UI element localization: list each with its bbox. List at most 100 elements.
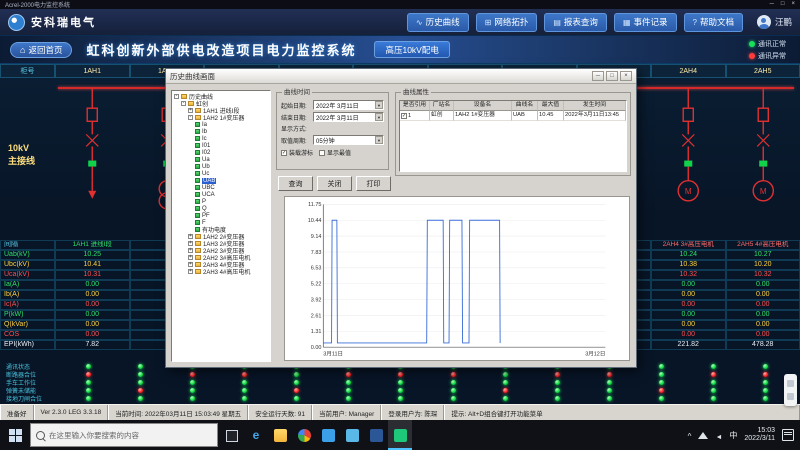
taskbar-app[interactable]: e (244, 420, 268, 450)
tree-expander[interactable]: + (188, 234, 193, 239)
taskbar-app[interactable] (268, 420, 292, 450)
tree-item[interactable]: Ua (172, 156, 270, 163)
input-language-indicator[interactable]: 中 (729, 430, 737, 441)
tree-item[interactable]: UBC (172, 184, 270, 191)
home-button[interactable]: 返回首页 (10, 42, 72, 58)
status-dot-green (190, 388, 195, 393)
tree-item[interactable]: Ic (172, 135, 270, 142)
nav-help-doc[interactable]: ?帮助文档 (684, 13, 743, 32)
window-minimize-icon[interactable]: ─ (770, 0, 774, 9)
network-icon[interactable] (698, 432, 708, 439)
measurement-value: 0.00 (726, 320, 800, 330)
tree-item[interactable]: -历史曲线 (172, 93, 270, 100)
popup-minimize-button[interactable]: ─ (592, 71, 604, 81)
tree-item[interactable]: Ia (172, 121, 270, 128)
period-select[interactable]: 05分钟 (313, 135, 384, 145)
start-button[interactable] (0, 420, 30, 450)
chevron-down-icon[interactable] (375, 136, 383, 144)
tree-item[interactable]: Ib (172, 128, 270, 135)
popup-close-button[interactable]: × (620, 71, 632, 81)
floating-toolbar[interactable] (784, 374, 797, 406)
tree-expander[interactable]: + (188, 241, 193, 246)
taskbar-search[interactable]: 在这里输入你要搜索的内容 (30, 423, 218, 447)
taskbar-clock[interactable]: 15:03 2022/3/11 (744, 427, 775, 443)
tree-expander[interactable]: + (188, 108, 193, 113)
props-col-header: 发生时间 (564, 101, 626, 111)
use-checkbox[interactable] (401, 113, 407, 119)
tree-item[interactable]: UCA (172, 191, 270, 198)
tree-item[interactable]: P (172, 198, 270, 205)
start-date-value: 2022年 3月11日 (316, 101, 375, 110)
start-date-select[interactable]: 2022年 3月11日 (313, 100, 384, 110)
curve-leaf-icon (195, 171, 200, 176)
close-button[interactable]: 关闭 (317, 176, 352, 191)
curve-leaf-icon (195, 150, 200, 155)
query-button[interactable]: 查询 (278, 176, 313, 191)
nav-history-curve[interactable]: ∿历史曲线 (407, 13, 469, 32)
motor-bay-symbol: M (651, 78, 726, 240)
print-button[interactable]: 打印 (356, 176, 391, 191)
end-date-select[interactable]: 2022年 3月11日 (313, 112, 384, 122)
window-close-icon[interactable]: × (791, 0, 795, 9)
tree-expander[interactable]: + (188, 248, 193, 253)
tree-item[interactable]: I02 (172, 149, 270, 156)
taskbar-app[interactable] (388, 420, 412, 450)
nav-network-topology[interactable]: ⊞网络拓扑 (476, 13, 538, 32)
comm-legend-item: 通讯异常 (749, 51, 786, 61)
folder-icon (195, 241, 201, 246)
tree-item[interactable]: +2AH3 4#高压电机 (172, 268, 270, 275)
taskbar-app[interactable] (292, 420, 316, 450)
window-maximize-icon[interactable]: □ (781, 0, 785, 9)
task-view-button[interactable] (218, 420, 244, 450)
tree-item-label: I01 (202, 143, 210, 149)
user-chip[interactable]: 汪鹏 (757, 15, 792, 29)
tree-item[interactable]: -1AH2 1#变压器 (172, 114, 270, 121)
tree-item[interactable]: UAB (172, 177, 270, 184)
chevron-down-icon[interactable] (375, 101, 383, 109)
measurement-label: P(kW) (0, 310, 55, 320)
tree-item[interactable]: PF (172, 212, 270, 219)
popup-titlebar[interactable]: 历史曲线画面 ─ □ × (166, 69, 636, 84)
taskbar-apps: e (244, 420, 412, 450)
curve-leaf-icon (195, 164, 200, 169)
tree-expander[interactable]: + (188, 262, 193, 267)
taskbar-app[interactable] (364, 420, 388, 450)
measurement-value: 0.00 (726, 310, 800, 320)
tab-hv-10kv[interactable]: 高压10kV配电 (374, 41, 449, 58)
nav-report-query[interactable]: ▤报表查询 (544, 13, 607, 32)
bay-name: 1AH1 进线I段 (55, 240, 130, 250)
tree-item[interactable]: I01 (172, 142, 270, 149)
nav-event-record[interactable]: ▦事件记录 (614, 13, 677, 32)
tree-expander[interactable]: - (174, 94, 179, 99)
tree-item[interactable]: Q (172, 205, 270, 212)
status-dot-green (659, 396, 664, 401)
status-dot-green (607, 380, 612, 385)
popup-maximize-button[interactable]: □ (606, 71, 618, 81)
measurement-value: 10.32 (651, 270, 726, 280)
tree-expander[interactable]: - (181, 101, 186, 106)
indicator-dots (62, 380, 800, 385)
taskbar-app[interactable] (340, 420, 364, 450)
tree-expander[interactable]: + (188, 269, 193, 274)
props-data-row[interactable]: 1虹创1AH2 1#变压器UAB10.452022年3月11日13:45 (400, 111, 626, 121)
chevron-down-icon[interactable] (375, 113, 383, 121)
tree-expander[interactable]: + (188, 255, 193, 260)
curve-leaf-icon (195, 136, 200, 141)
tray-chevron-icon[interactable] (688, 426, 692, 444)
status-dot-green (138, 380, 143, 385)
tree-expander[interactable]: - (188, 115, 193, 120)
notification-icon[interactable] (782, 429, 794, 441)
status-dot-green (346, 388, 351, 393)
tree-item[interactable]: Ub (172, 163, 270, 170)
bay-table-corner-label: 间隔 (0, 240, 55, 250)
bay-2AH4: M (651, 78, 726, 240)
load-cursor-checkbox[interactable]: 装载游标 (281, 148, 313, 157)
show-extremes-checkbox[interactable]: 显示最值 (319, 148, 351, 157)
taskbar-app[interactable] (316, 420, 340, 450)
status-dot-green (763, 396, 768, 401)
tree-item[interactable]: Uc (172, 170, 270, 177)
svg-text:5.22: 5.22 (311, 282, 322, 288)
volume-icon[interactable] (715, 426, 722, 444)
svg-text:7.83: 7.83 (311, 250, 322, 256)
status-dot-red (190, 372, 195, 377)
